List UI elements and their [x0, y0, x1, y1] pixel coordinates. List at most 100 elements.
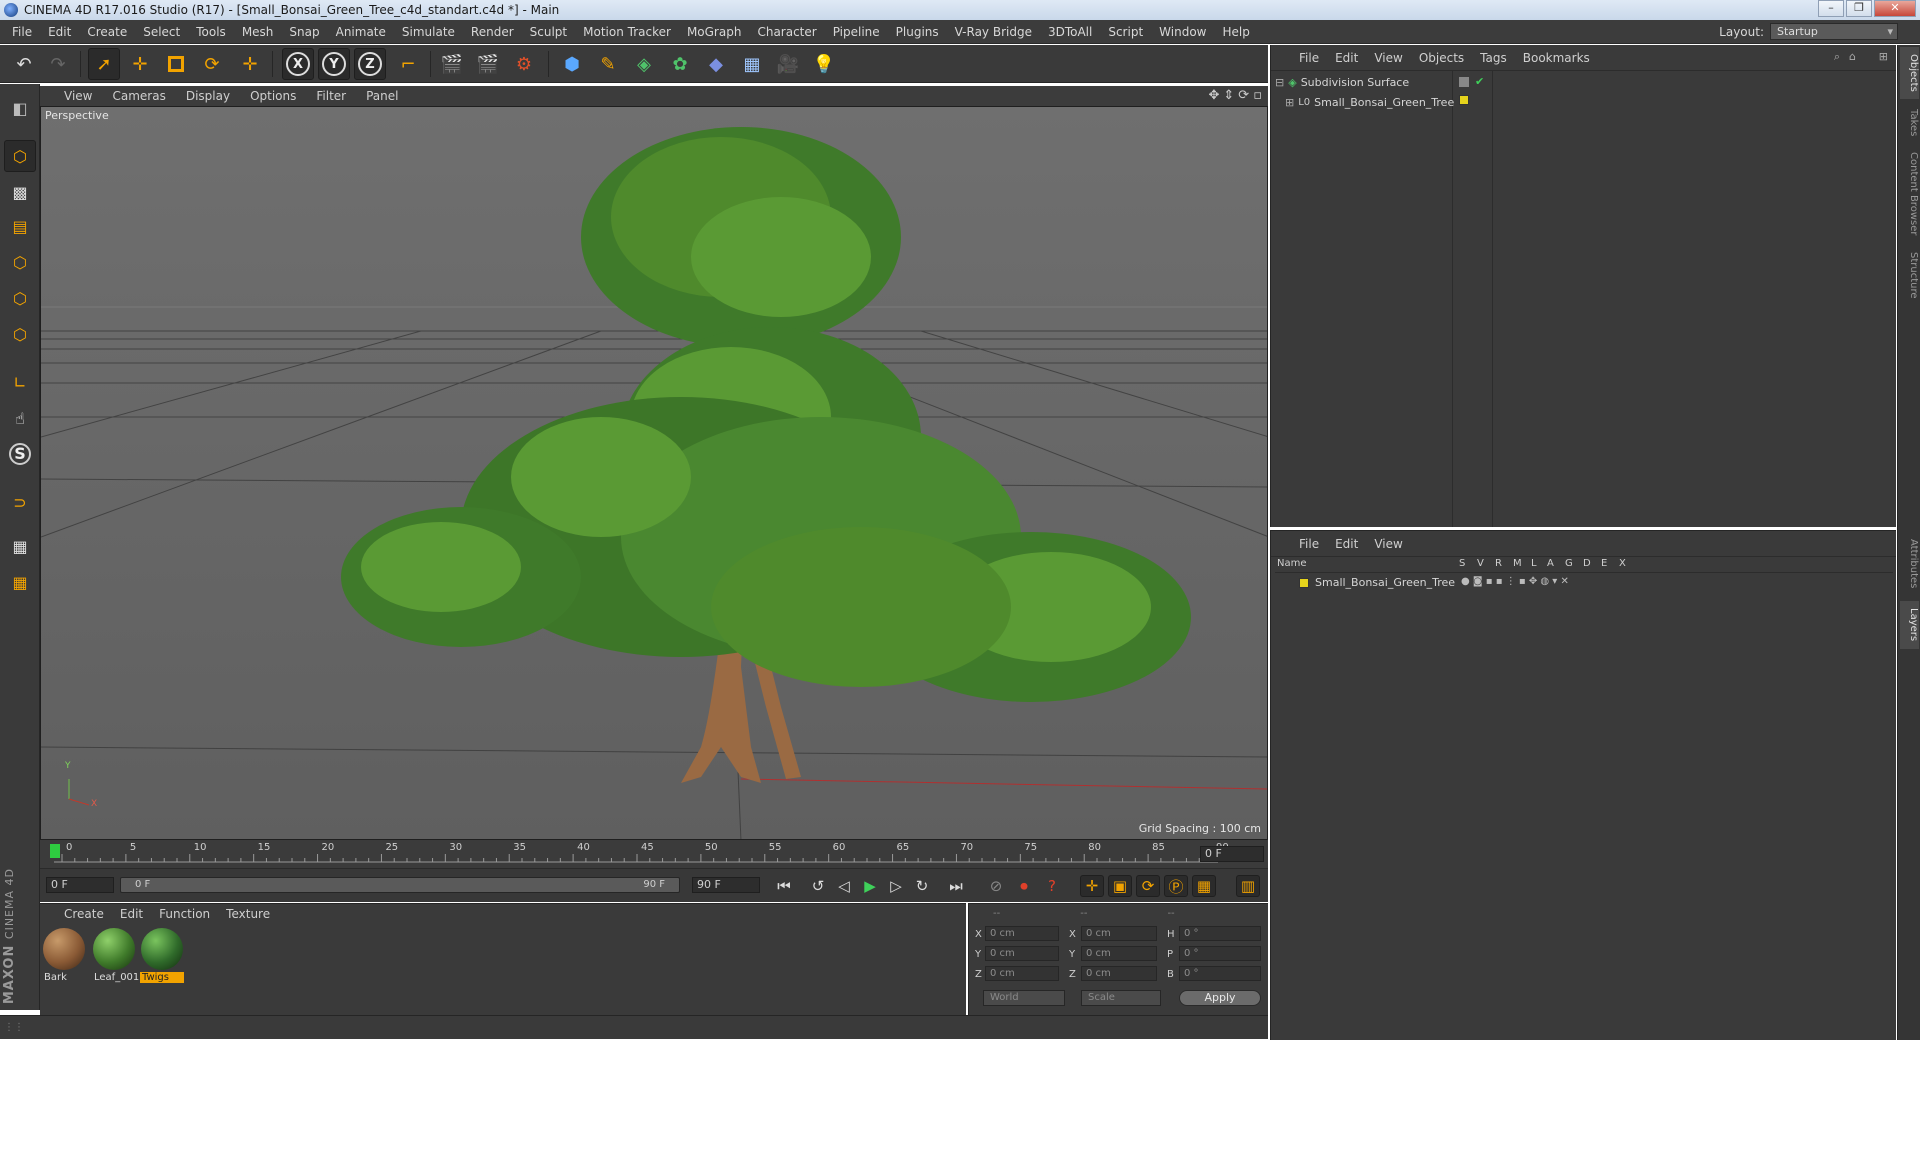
menu-help[interactable]: Help: [1214, 25, 1257, 39]
menu-animate[interactable]: Animate: [328, 25, 394, 39]
menu-sculpt[interactable]: Sculpt: [522, 25, 575, 39]
key-scale-icon[interactable]: ▣: [1108, 875, 1132, 897]
tab-structure[interactable]: Structure: [1900, 245, 1919, 305]
move-icon[interactable]: ✛: [124, 48, 156, 80]
menu-pipeline[interactable]: Pipeline: [825, 25, 888, 39]
subdivision-surface-icon[interactable]: ◈: [628, 48, 660, 80]
previous-frame-icon[interactable]: ◁: [832, 875, 856, 897]
keyframe-selection-icon[interactable]: ?: [1040, 875, 1064, 897]
laymgr-menu-view[interactable]: View: [1366, 537, 1410, 551]
timeline-window-icon[interactable]: ▥: [1236, 875, 1260, 897]
layer-color-tag[interactable]: [1459, 95, 1469, 108]
current-frame-field[interactable]: 0 F: [1200, 846, 1264, 862]
size-z-field[interactable]: 0 cm: [1081, 966, 1157, 981]
toggle-layout-icon[interactable]: ▫: [1253, 88, 1262, 103]
visibility-dots-icon[interactable]: [1459, 76, 1469, 87]
edges-mode-icon[interactable]: ⬡: [4, 282, 36, 314]
size-mode-dropdown[interactable]: Scale: [1081, 990, 1161, 1006]
lock-workplane-icon[interactable]: ▦: [4, 530, 36, 562]
viewport-menu-filter[interactable]: Filter: [306, 89, 356, 103]
axis-mode-icon[interactable]: ∟: [4, 366, 36, 398]
pan-icon[interactable]: ✥: [1208, 88, 1219, 103]
snapping-icon[interactable]: S: [4, 438, 36, 470]
layer-color-swatch[interactable]: [1299, 578, 1309, 588]
apply-button[interactable]: Apply: [1179, 990, 1261, 1006]
objmgr-menu-objects[interactable]: Objects: [1411, 51, 1472, 65]
objmgr-menu-file[interactable]: File: [1291, 51, 1327, 65]
viewport-menu-view[interactable]: View: [54, 89, 102, 103]
menu-3dtoall[interactable]: 3DToAll: [1040, 25, 1100, 39]
scale-icon[interactable]: [160, 48, 192, 80]
objmgr-search-icon[interactable]: ⌕: [1834, 50, 1840, 64]
y-axis-lock-button[interactable]: Y: [318, 48, 350, 80]
rotation-h-field[interactable]: 0 °: [1179, 926, 1261, 941]
render-settings-icon[interactable]: ⚙: [508, 48, 540, 80]
menu-mesh[interactable]: Mesh: [234, 25, 282, 39]
floor-icon[interactable]: ▦: [736, 48, 768, 80]
menu-vray-bridge[interactable]: V-Ray Bridge: [947, 25, 1040, 39]
tab-objects[interactable]: Objects: [1900, 47, 1919, 99]
objmgr-new-view-icon[interactable]: ⊞: [1879, 50, 1888, 63]
menu-motion-tracker[interactable]: Motion Tracker: [575, 25, 679, 39]
spline-pen-icon[interactable]: ✎: [592, 48, 624, 80]
tab-content-browser[interactable]: Content Browser: [1900, 145, 1919, 243]
menu-create[interactable]: Create: [79, 25, 135, 39]
key-parameter-icon[interactable]: Ⓟ: [1164, 875, 1188, 897]
make-editable-icon[interactable]: ◧: [4, 92, 36, 124]
points-mode-icon[interactable]: ⬡: [4, 246, 36, 278]
material-menu-edit[interactable]: Edit: [112, 907, 151, 921]
object-row-small-bonsai-green-tree[interactable]: ⊞ L0 Small_Bonsai_Green_Tree: [1285, 93, 1454, 111]
maximize-button[interactable]: ❐: [1846, 0, 1872, 17]
deformer-icon[interactable]: ◆: [700, 48, 732, 80]
coordinate-space-dropdown[interactable]: World: [983, 990, 1065, 1006]
start-frame-field[interactable]: 0 F: [46, 877, 114, 893]
camera-label[interactable]: Perspective: [45, 109, 109, 122]
tweak-mode-icon[interactable]: ☝: [4, 402, 36, 434]
objmgr-menu-edit[interactable]: Edit: [1327, 51, 1366, 65]
menu-plugins[interactable]: Plugins: [888, 25, 947, 39]
key-rotation-icon[interactable]: ⟳: [1136, 875, 1160, 897]
material-bark[interactable]: Bark: [42, 928, 86, 983]
redo-icon[interactable]: ↷: [42, 48, 74, 80]
model-mode-icon[interactable]: ⬡: [4, 140, 36, 172]
viewport-menu-display[interactable]: Display: [176, 89, 240, 103]
objmgr-menu-view[interactable]: View: [1366, 51, 1410, 65]
orbit-icon[interactable]: ⟳: [1238, 88, 1249, 103]
play-icon[interactable]: ▶: [858, 875, 882, 897]
menu-script[interactable]: Script: [1100, 25, 1151, 39]
light-icon[interactable]: 💡: [808, 48, 840, 80]
undo-icon[interactable]: ↶: [8, 48, 40, 80]
frame-range-slider[interactable]: 0 F 90 F: [120, 877, 680, 893]
tab-attributes[interactable]: Attributes: [1900, 531, 1919, 597]
objmgr-home-icon[interactable]: ⌂: [1849, 50, 1856, 63]
cloner-icon[interactable]: ✿: [664, 48, 696, 80]
menu-file[interactable]: File: [4, 25, 40, 39]
key-pla-icon[interactable]: ▦: [1192, 875, 1216, 897]
go-to-start-icon[interactable]: ⏮: [772, 875, 796, 897]
position-z-field[interactable]: 0 cm: [985, 966, 1059, 981]
planar-workplane-icon[interactable]: ▦: [4, 566, 36, 598]
magnet-icon[interactable]: ⊃: [4, 486, 36, 518]
live-selection-icon[interactable]: ➚: [88, 48, 120, 80]
render-view-icon[interactable]: 🎬: [436, 48, 468, 80]
enabled-check-icon[interactable]: ✔: [1475, 75, 1484, 88]
menu-character[interactable]: Character: [749, 25, 824, 39]
menu-render[interactable]: Render: [463, 25, 522, 39]
close-button[interactable]: ✕: [1874, 0, 1916, 17]
playhead-marker[interactable]: [50, 844, 60, 858]
layer-name[interactable]: Small_Bonsai_Green_Tree: [1315, 576, 1455, 589]
polygons-mode-icon[interactable]: ⬡: [4, 318, 36, 350]
position-x-field[interactable]: 0 cm: [985, 926, 1059, 941]
autokeying-icon[interactable]: ⏺: [1012, 875, 1036, 897]
objmgr-menu-bookmarks[interactable]: Bookmarks: [1515, 51, 1598, 65]
layer-toggle-icons[interactable]: ● ◙ ▪ ▪ ⋮ ▪ ✥ ◍ ▾ ✕: [1461, 576, 1569, 587]
render-picture-viewer-icon[interactable]: 🎬: [472, 48, 504, 80]
menu-snap[interactable]: Snap: [281, 25, 327, 39]
record-keys-icon[interactable]: ⊘: [984, 875, 1008, 897]
object-row-subdivision-surface[interactable]: ⊟ ◈ Subdivision Surface: [1275, 73, 1409, 91]
subdivision-visibility[interactable]: ✔: [1459, 75, 1484, 88]
workplane-icon[interactable]: ▤: [4, 210, 36, 242]
material-menu-create[interactable]: Create: [56, 907, 112, 921]
coordinate-system-icon[interactable]: ⌐: [392, 48, 424, 80]
menu-simulate[interactable]: Simulate: [394, 25, 463, 39]
